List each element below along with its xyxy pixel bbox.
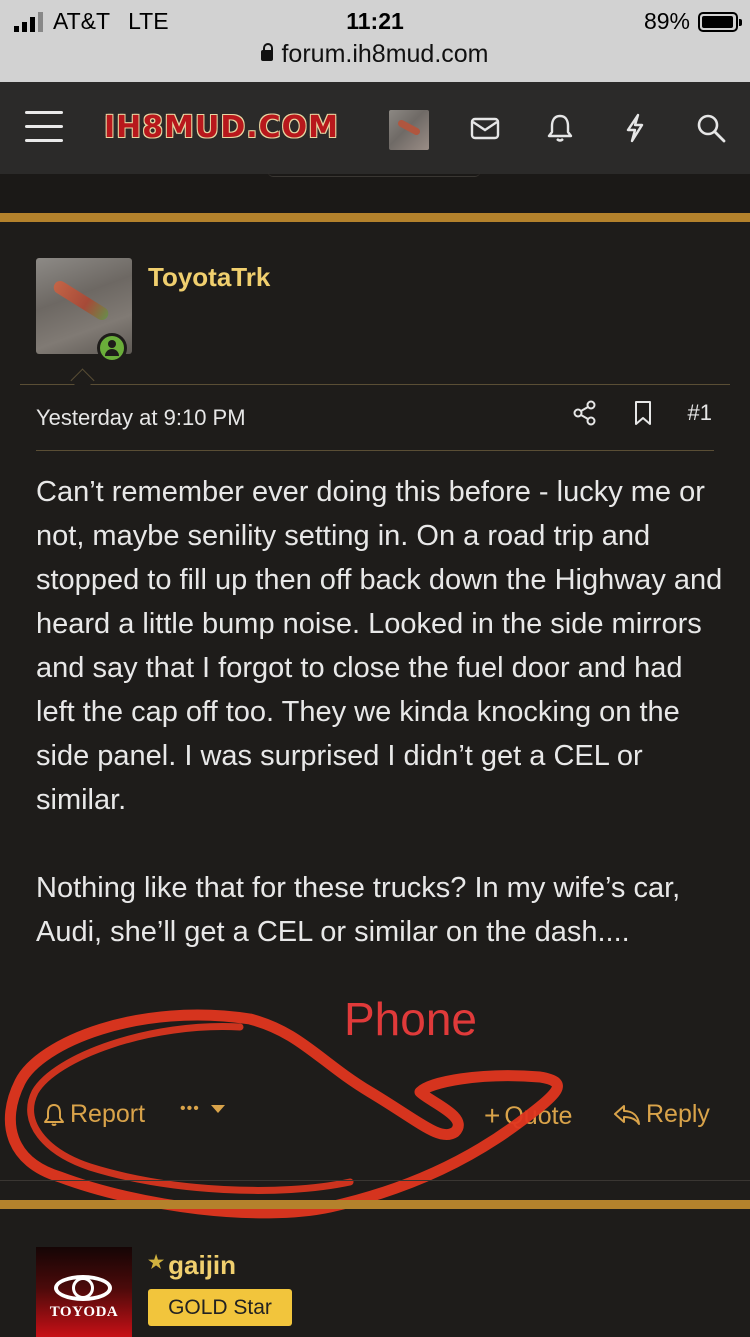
search-icon[interactable] (695, 112, 727, 144)
post-paragraph: Can’t remember ever doing this before - … (36, 476, 723, 816)
lightning-icon[interactable] (619, 112, 651, 144)
battery-icon (698, 11, 742, 32)
user-avatar[interactable] (389, 110, 429, 150)
divider (0, 213, 750, 222)
post-actions: #1 (572, 400, 712, 426)
battery-percent: 89% (643, 8, 690, 34)
post-paragraph: Nothing like that for these trucks? In m… (36, 872, 681, 948)
quote-button[interactable]: + Quote (484, 1100, 572, 1132)
star-icon: ★ (148, 1252, 165, 1272)
post-number[interactable]: #1 (688, 400, 712, 426)
more-options-button[interactable]: ••• (180, 1100, 226, 1118)
lock-icon (261, 43, 274, 61)
clock: 11:21 (346, 8, 404, 34)
site-navbar: IH8MUD.COM (0, 82, 750, 174)
online-status-icon (97, 333, 127, 363)
report-button[interactable]: Report (42, 1100, 145, 1129)
bookmark-icon[interactable] (632, 400, 654, 426)
post-author[interactable]: ★ gaijin (148, 1250, 236, 1281)
url-text: forum.ih8mud.com (281, 40, 489, 68)
post-body: Can’t remember ever doing this before - … (36, 470, 726, 954)
envelope-icon[interactable] (469, 112, 501, 144)
annotation-label: Phone (344, 993, 478, 1045)
user-title-badge: GOLD Star (148, 1289, 292, 1326)
address-bar[interactable]: forum.ih8mud.com (0, 40, 750, 69)
bell-icon (44, 1103, 64, 1126)
quote-label: Quote (504, 1101, 573, 1130)
divider (36, 450, 714, 451)
author-avatar[interactable]: TOYODA (36, 1247, 132, 1337)
site-logo[interactable]: IH8MUD.COM (104, 110, 339, 145)
reply-icon (614, 1104, 640, 1125)
page-header-strip (0, 174, 750, 214)
avatar-brand-text: TOYODA (49, 1304, 119, 1320)
post-footer: Report ••• + Quote Reply (0, 1100, 750, 1140)
chevron-down-icon (210, 1105, 225, 1113)
menu-icon[interactable] (25, 111, 63, 143)
more-label: ••• (180, 1100, 200, 1117)
divider (0, 1200, 750, 1209)
plus-icon: + (484, 1100, 501, 1131)
post-author[interactable]: ToyotaTrk (148, 262, 270, 293)
battery-status: 89% (643, 8, 742, 35)
forum-post: ToyotaTrk Yesterday at 9:10 PM #1 Can’t … (0, 222, 750, 1219)
bell-icon[interactable] (544, 112, 576, 144)
divider-notch (70, 368, 95, 393)
divider (20, 384, 730, 385)
toyota-logo-icon (54, 1275, 112, 1301)
reply-button[interactable]: Reply (612, 1100, 710, 1129)
report-label: Report (70, 1100, 146, 1128)
post-author-name: gaijin (168, 1250, 237, 1280)
share-icon[interactable] (572, 400, 598, 426)
status-bar: AT&T LTE 11:21 89% forum.ih8mud.com (0, 0, 750, 82)
post-date[interactable]: Yesterday at 9:10 PM (36, 405, 246, 431)
divider (0, 1180, 750, 1181)
reply-label: Reply (646, 1100, 710, 1128)
